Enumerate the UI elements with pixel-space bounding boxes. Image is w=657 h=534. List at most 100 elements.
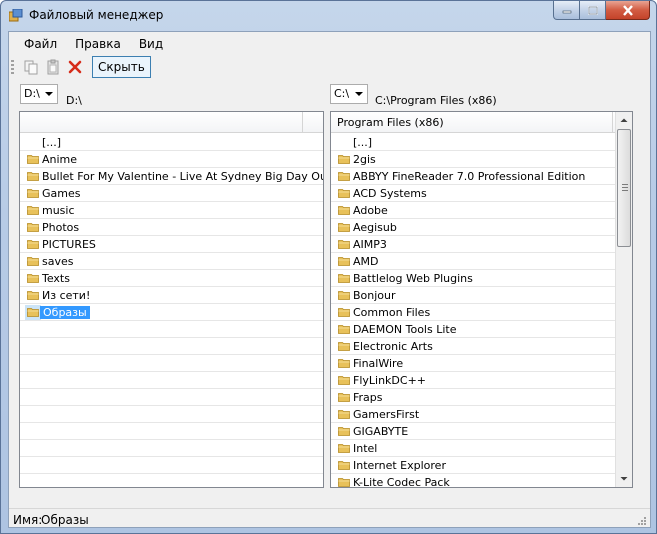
list-item[interactable]: Fraps [331, 389, 615, 406]
folder-icon [338, 274, 350, 283]
toolbar-grip-icon[interactable] [11, 60, 14, 74]
right-drive-select[interactable]: C:\ [330, 84, 368, 104]
title-bar[interactable]: Файловый менеджер [1, 1, 656, 31]
paste-icon[interactable] [45, 59, 61, 75]
list-item[interactable]: 2gis [331, 151, 615, 168]
folder-name: DAEMON Tools Lite [353, 323, 457, 336]
folder-icon [338, 206, 350, 215]
menu-file[interactable]: Файл [15, 32, 66, 53]
list-item[interactable]: FinalWire [331, 355, 615, 372]
list-item[interactable]: Bonjour [331, 287, 615, 304]
list-item[interactable]: Common Files [331, 304, 615, 321]
list-item[interactable]: AMD [331, 253, 615, 270]
scroll-thumb[interactable] [617, 129, 631, 247]
resize-grip-icon[interactable] [637, 516, 647, 526]
list-item[interactable]: Internet Explorer [331, 457, 615, 474]
list-item[interactable]: music [20, 202, 323, 219]
left-column-header[interactable] [20, 112, 323, 133]
list-item[interactable]: K-Lite Codec Pack [331, 474, 615, 487]
list-item[interactable]: Anime [20, 151, 323, 168]
right-column-header[interactable]: Program Files (x86) [331, 112, 615, 133]
folder-name: Common Files [353, 306, 431, 319]
list-item[interactable]: GIGABYTE [331, 423, 615, 440]
empty-row [20, 389, 323, 406]
menu-view[interactable]: Вид [130, 32, 172, 53]
folder-icon [338, 155, 350, 164]
folder-icon [27, 257, 39, 266]
list-item[interactable]: ACD Systems [331, 185, 615, 202]
folder-icon [338, 461, 350, 470]
folder-icon [27, 189, 39, 198]
close-button[interactable] [606, 1, 650, 20]
scroll-down-icon[interactable] [616, 470, 632, 487]
folder-name: Образы [40, 306, 90, 319]
folder-name: GIGABYTE [353, 425, 409, 438]
list-item[interactable]: Photos [20, 219, 323, 236]
folder-icon [338, 342, 350, 351]
list-item[interactable]: GamersFirst [331, 406, 615, 423]
delete-icon[interactable] [67, 59, 83, 75]
list-item[interactable]: ABBYY FineReader 7.0 Professional Editio… [331, 168, 615, 185]
chevron-down-icon [355, 92, 363, 96]
empty-row [20, 355, 323, 372]
folder-name: Bonjour [353, 289, 396, 302]
list-item[interactable]: Образы [20, 304, 323, 321]
list-item[interactable]: Texts [20, 270, 323, 287]
folder-name: Aegisub [353, 221, 397, 234]
folder-name: GamersFirst [353, 408, 420, 421]
folder-name: music [42, 204, 75, 217]
menu-edit[interactable]: Правка [66, 32, 130, 53]
hide-button[interactable]: Скрыть [92, 56, 151, 78]
folder-icon [27, 291, 39, 300]
left-drive-select[interactable]: D:\ [20, 84, 58, 104]
list-item[interactable]: Games [20, 185, 323, 202]
right-drive-value: C:\ [334, 87, 350, 100]
column-separator[interactable] [302, 112, 303, 133]
minimize-icon [562, 10, 571, 14]
copy-icon[interactable] [23, 59, 39, 75]
folder-icon [338, 172, 350, 181]
list-item[interactable]: Adobe [331, 202, 615, 219]
right-scrollbar[interactable] [615, 112, 632, 487]
list-item[interactable]: Aegisub [331, 219, 615, 236]
client-area: Файл Правка Вид Скрыть D:\ D:\ C:\ C:\Pr… [8, 31, 651, 528]
folder-name: FinalWire [353, 357, 404, 370]
list-item[interactable]: [...] [20, 134, 323, 151]
list-item[interactable]: Battlelog Web Plugins [331, 270, 615, 287]
menu-bar: Файл Правка Вид [9, 32, 650, 53]
status-bar: Имя: Образы [9, 508, 650, 529]
folder-name: Из сети! [42, 289, 91, 302]
scroll-up-icon[interactable] [616, 112, 632, 129]
folder-icon [27, 155, 39, 164]
close-icon [622, 4, 633, 16]
list-item[interactable]: [...] [331, 134, 615, 151]
list-item[interactable]: Electronic Arts [331, 338, 615, 355]
left-file-list[interactable]: [...] Anime Bullet For My Valentine - Live… [19, 111, 324, 488]
folder-icon [338, 291, 350, 300]
maximize-button[interactable] [580, 1, 606, 20]
list-item[interactable]: PICTURES [20, 236, 323, 253]
maximize-icon [587, 5, 598, 15]
folder-name: Bullet For My Valentine - Live At Sydney… [42, 170, 324, 183]
folder-name: saves [42, 255, 74, 268]
list-item[interactable]: DAEMON Tools Lite [331, 321, 615, 338]
right-file-list[interactable]: Program Files (x86) [...] 2gis ABBYY FineR… [330, 111, 633, 488]
folder-icon [27, 223, 39, 232]
folder-name: AIMP3 [353, 238, 387, 251]
folder-icon [27, 274, 39, 283]
column-separator[interactable] [612, 112, 613, 133]
list-item[interactable]: Intel [331, 440, 615, 457]
minimize-button[interactable] [553, 1, 580, 20]
folder-name: ABBYY FineReader 7.0 Professional Editio… [353, 170, 586, 183]
caption-buttons [553, 1, 650, 21]
folder-name: 2gis [353, 153, 376, 166]
empty-row [20, 372, 323, 389]
list-item[interactable]: FlyLinkDC++ [331, 372, 615, 389]
folder-name: FlyLinkDC++ [353, 374, 427, 387]
folder-name: Fraps [353, 391, 383, 404]
list-item[interactable]: saves [20, 253, 323, 270]
list-item[interactable]: Из сети! [20, 287, 323, 304]
empty-row [20, 474, 323, 487]
list-item[interactable]: AIMP3 [331, 236, 615, 253]
list-item[interactable]: Bullet For My Valentine - Live At Sydney… [20, 168, 323, 185]
